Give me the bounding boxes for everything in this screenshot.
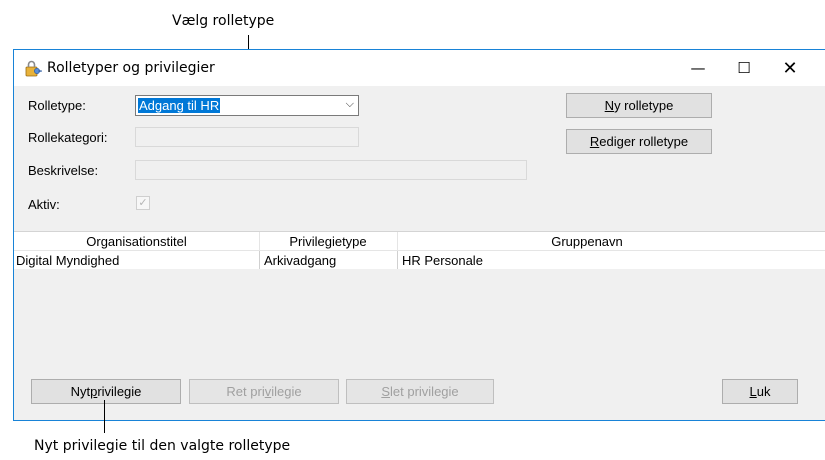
beskrivelse-field xyxy=(135,160,527,180)
cell-gruppenavn: HR Personale xyxy=(402,253,483,268)
rolletype-selected-value: Adgang til HR xyxy=(138,98,221,113)
close-button[interactable]: ✕ xyxy=(767,50,813,86)
lock-key-icon xyxy=(25,60,42,77)
window-title: Rolletyper og privilegier xyxy=(47,60,215,76)
edit-privilege-button[interactable]: Ret pri v ilegie xyxy=(189,379,339,404)
cell-privilegietype: Arkivadgang xyxy=(264,253,337,268)
table-row[interactable]: Digital Myndighed Arkivadgang HR Persona… xyxy=(14,251,825,269)
callout-new-privilege: Nyt privilegie til den valgte rolletype xyxy=(34,438,291,454)
privileges-grid[interactable]: Organisationstitel Privilegietype Gruppe… xyxy=(14,231,825,365)
cell-organisationstitel: Digital Myndighed xyxy=(16,253,120,268)
chevron-down-icon[interactable]: ⌵ xyxy=(346,97,354,111)
new-roletype-button[interactable]: Ny rolletype xyxy=(566,93,712,118)
delete-privilege-button[interactable]: Slet privilegie xyxy=(346,379,494,404)
column-header-organisationstitel[interactable]: Organisationstitel xyxy=(14,234,259,249)
maximize-button[interactable]: ☐ xyxy=(721,50,767,86)
close-dialog-button[interactable]: Luk xyxy=(722,379,798,404)
rolletype-label: Rolletype: xyxy=(28,98,86,113)
column-header-gruppenavn[interactable]: Gruppenavn xyxy=(397,234,777,249)
minimize-button[interactable]: — xyxy=(675,50,721,86)
aktiv-checkbox: ✓ xyxy=(136,196,150,210)
edit-roletype-button[interactable]: Rediger rolletype xyxy=(566,129,712,154)
beskrivelse-label: Beskrivelse: xyxy=(28,163,99,178)
callout-line-bottom xyxy=(104,400,105,433)
rollekategori-label: Rollekategori: xyxy=(28,130,108,145)
title-bar[interactable]: Rolletyper og privilegier — ☐ ✕ xyxy=(14,50,825,86)
column-header-privilegietype[interactable]: Privilegietype xyxy=(259,234,397,249)
callout-select-roletype: Vælg rolletype xyxy=(172,13,275,29)
grid-header: Organisationstitel Privilegietype Gruppe… xyxy=(14,232,825,251)
rollekategori-field xyxy=(135,127,359,147)
aktiv-label: Aktiv: xyxy=(28,197,60,212)
rolletype-select[interactable]: Adgang til HR ⌵ xyxy=(135,95,359,116)
new-privilege-button[interactable]: Nyt p rivilegie xyxy=(31,379,181,404)
dialog-window: Rolletyper og privilegier — ☐ ✕ Rolletyp… xyxy=(13,49,825,421)
